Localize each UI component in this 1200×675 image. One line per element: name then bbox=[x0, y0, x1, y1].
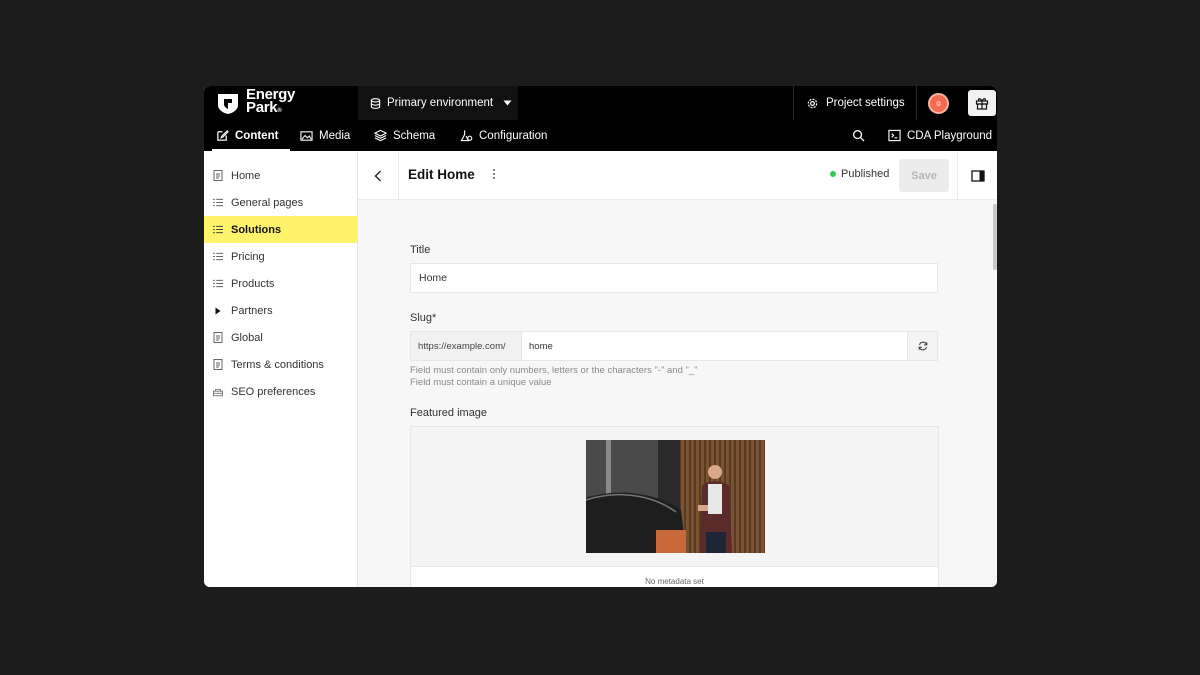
regenerate-slug-button[interactable] bbox=[907, 332, 937, 360]
list-icon bbox=[213, 252, 223, 262]
image-icon bbox=[300, 130, 313, 141]
panel-right-icon bbox=[970, 169, 985, 182]
tab-content[interactable]: Content bbox=[212, 120, 290, 151]
list-icon bbox=[213, 225, 223, 235]
brand-name: Energy Park® bbox=[246, 87, 295, 118]
whats-new-button[interactable] bbox=[968, 90, 996, 116]
main-nav: Content Media Schema Configuration CDA P… bbox=[204, 120, 997, 151]
user-menu[interactable]: o bbox=[916, 86, 960, 120]
sidebar-item-partners[interactable]: Partners bbox=[204, 297, 357, 324]
back-button[interactable] bbox=[358, 151, 399, 200]
sidebar-item-terms-conditions[interactable]: Terms & conditions bbox=[204, 351, 357, 378]
cda-playground-button[interactable]: CDA Playground bbox=[888, 120, 992, 151]
document-icon bbox=[213, 332, 223, 343]
slug-hint-characters: Field must contain only numbers, letters… bbox=[410, 365, 698, 376]
save-button[interactable]: Save bbox=[899, 159, 949, 192]
sidebar-item-seo-preferences[interactable]: SEO preferences bbox=[204, 378, 357, 405]
sidebar-item-solutions[interactable]: Solutions bbox=[204, 216, 357, 243]
slug-input[interactable]: home bbox=[522, 332, 907, 360]
edit-form: Title Home Slug* https://example.com/ ho… bbox=[358, 200, 997, 587]
featured-image-thumbnail[interactable] bbox=[586, 440, 765, 553]
sidebar-item-label: Partners bbox=[231, 304, 273, 317]
kebab-menu-icon bbox=[493, 169, 495, 179]
chevron-left-icon bbox=[374, 170, 381, 181]
terminal-icon bbox=[888, 129, 901, 142]
layers-icon bbox=[374, 129, 387, 142]
featured-image-photo bbox=[586, 440, 765, 553]
sidebar-item-home[interactable]: Home bbox=[204, 162, 357, 189]
more-options-button[interactable] bbox=[492, 168, 496, 183]
brand-logo[interactable]: Energy Park® bbox=[216, 87, 295, 118]
scrollbar[interactable] bbox=[993, 204, 997, 270]
refresh-icon bbox=[918, 341, 927, 351]
image-metadata: No metadata set bbox=[411, 566, 938, 587]
sidebar-item-label: General pages bbox=[231, 196, 304, 209]
document-icon bbox=[213, 170, 223, 181]
status-badge: Published bbox=[830, 168, 889, 180]
gear-icon bbox=[807, 98, 818, 108]
gift-icon bbox=[975, 98, 989, 110]
project-settings-button[interactable]: Project settings bbox=[793, 86, 916, 120]
slug-field: https://example.com/ home bbox=[410, 331, 938, 361]
sidebar-item-global[interactable]: Global bbox=[204, 324, 357, 351]
slug-hint-unique: Field must contain a unique value bbox=[410, 377, 552, 388]
tab-content-label: Content bbox=[235, 129, 279, 142]
status-dot bbox=[830, 171, 836, 177]
sidebar-item-label: SEO preferences bbox=[231, 385, 316, 398]
brand-mark: ® bbox=[277, 108, 282, 114]
title-input[interactable]: Home bbox=[410, 263, 938, 293]
title-label: Title bbox=[410, 244, 431, 256]
configuration-icon bbox=[460, 130, 473, 142]
caret-right-icon[interactable] bbox=[213, 306, 223, 316]
page-title: Edit Home bbox=[408, 167, 475, 182]
list-icon bbox=[213, 198, 223, 208]
sidebar-item-pricing[interactable]: Pricing bbox=[204, 243, 357, 270]
tab-schema[interactable]: Schema bbox=[374, 120, 435, 151]
environment-selector[interactable]: Primary environment bbox=[358, 86, 518, 120]
edit-icon bbox=[217, 130, 229, 141]
tab-media-label: Media bbox=[319, 129, 351, 142]
sidebar-item-general-pages[interactable]: General pages bbox=[204, 189, 357, 216]
search-icon bbox=[853, 130, 865, 142]
tab-configuration-label: Configuration bbox=[479, 129, 548, 142]
settings-icon bbox=[213, 387, 223, 397]
sidebar-item-label: Products bbox=[231, 277, 275, 290]
search-button[interactable] bbox=[852, 120, 865, 151]
featured-image-field[interactable]: No metadata set bbox=[410, 426, 939, 587]
editor-header: Edit Home Published Save bbox=[358, 151, 997, 200]
top-bar: Energy Park® Primary environment Project… bbox=[204, 86, 997, 120]
content-sidebar: Home General pages Solutions Pricing Pro… bbox=[204, 151, 358, 587]
slug-prefix: https://example.com/ bbox=[411, 332, 522, 360]
avatar: o bbox=[928, 92, 949, 114]
environment-label: Primary environment bbox=[387, 97, 494, 109]
database-icon bbox=[370, 97, 381, 109]
caret-down-icon bbox=[503, 100, 512, 106]
project-settings-label: Project settings bbox=[826, 97, 905, 109]
list-icon bbox=[213, 279, 223, 289]
app-window: Energy Park® Primary environment Project… bbox=[204, 86, 997, 587]
slug-label: Slug* bbox=[410, 312, 437, 324]
tab-media[interactable]: Media bbox=[300, 120, 350, 151]
sidebar-item-label: Pricing bbox=[231, 250, 265, 263]
brand-line-2: Park bbox=[246, 99, 278, 116]
sidebar-item-label: Home bbox=[231, 169, 261, 182]
featured-image-label: Featured image bbox=[410, 407, 488, 419]
sidebar-item-label: Solutions bbox=[231, 223, 282, 236]
toggle-sidebar-button[interactable] bbox=[957, 151, 997, 200]
sidebar-item-label: Global bbox=[231, 331, 263, 344]
sidebar-item-products[interactable]: Products bbox=[204, 270, 357, 297]
cda-playground-label: CDA Playground bbox=[907, 129, 993, 142]
tab-configuration[interactable]: Configuration bbox=[460, 120, 547, 151]
sidebar-item-label: Terms & conditions bbox=[231, 358, 324, 371]
document-icon bbox=[213, 359, 223, 370]
energy-park-logo-icon bbox=[218, 94, 238, 114]
brand-line-2-wrap: Park® bbox=[246, 99, 295, 118]
status-label: Published bbox=[841, 168, 890, 180]
tab-schema-label: Schema bbox=[393, 129, 436, 142]
